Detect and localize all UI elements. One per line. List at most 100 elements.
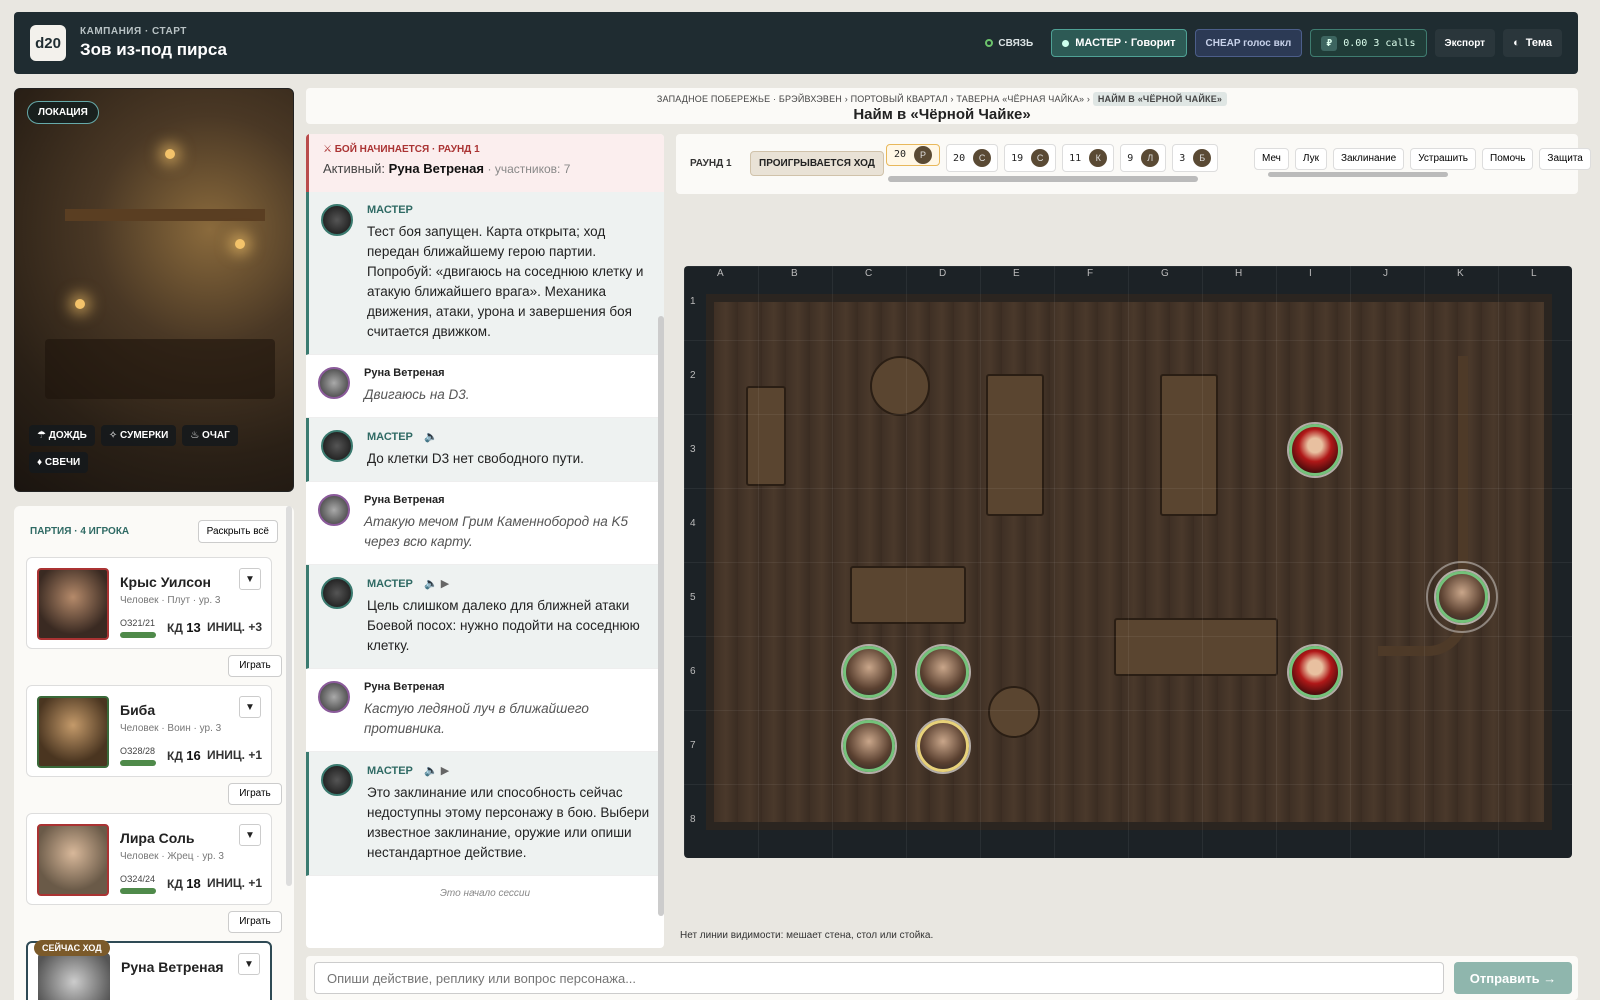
row-label: 3 [690,444,696,455]
chevron-down-icon[interactable]: ▼ [238,953,260,975]
armor-class: КД 16 [167,748,201,763]
col-label: D [939,268,947,279]
play-button[interactable]: Играть [228,655,282,677]
player-avatar [318,494,350,526]
action-spell-button[interactable]: Заклинание [1332,148,1405,170]
send-button[interactable]: Отправить → [1454,962,1572,994]
export-button[interactable]: Экспорт [1434,29,1496,57]
play-button[interactable]: Играть [228,783,282,805]
speaker-icon[interactable]: 🔈 [424,431,438,443]
initiative-chip[interactable]: 20 Р [886,144,941,166]
avatar [37,824,109,896]
initiative-track: 20 Р 20 С 19 С 11 К 9Л 3Б [886,144,1219,172]
cheap-voice-toggle[interactable]: CHEAP голос вкл [1194,29,1303,57]
chat-message: Руна Ветреная Двигаюсь на D3. [306,355,664,418]
party-card[interactable]: Крыс Уилсон Человек · Плут · ур. 3 ОЗ21/… [26,557,272,649]
master-avatar [321,764,353,796]
master-avatar [321,577,353,609]
speaker-icon[interactable]: 🔈 [424,765,438,777]
initiative-chip[interactable]: 3Б [1172,144,1219,172]
active-info: Активный: Руна Ветреная · участников: 7 [323,161,650,176]
crumb-region[interactable]: ЗАПАДНОЕ ПОБЕРЕЖЬЕ · БРЭЙВХЭВЕН [657,94,842,104]
initiative: ИНИЦ. +1 [207,748,262,762]
play-icon[interactable]: ▶ [441,765,449,777]
chat-message: Руна Ветреная Кастую ледяной луч в ближай… [306,669,664,752]
chat-message: МАСТЕР Тест боя запущен. Карта открыта; х… [306,192,664,355]
row-label: 8 [690,814,696,825]
breadcrumb: ЗАПАДНОЕ ПОБЕРЕЖЬЕ · БРЭЙВХЭВЕН › ПОРТОВ… [306,88,1578,124]
hero-token[interactable] [843,646,895,698]
avatar [37,568,109,640]
hero-token[interactable] [917,646,969,698]
expand-all-button[interactable]: Раскрыть всё [197,520,278,543]
master-voice-button[interactable]: МАСТЕР · Говорит [1051,29,1187,57]
page-title: Найм в «Чёрной Чайке» [853,106,1031,123]
character-race-class: Человек · Жрец · ур. 3 [120,851,224,862]
message-text: Это заклинание или способность сейчас не… [367,785,650,860]
ac-value: 16 [186,748,201,763]
author-name: МАСТЕР [367,765,413,777]
crumb-district[interactable]: ПОРТОВЫЙ КВАРТАЛ [851,94,948,104]
init-value: 20 [953,152,966,164]
party-card[interactable]: Биба Человек · Воин · ур. 3 ОЗ28/28 КД 1… [26,685,272,777]
action-sword-button[interactable]: Меч [1254,148,1289,170]
chevron-down-icon[interactable]: ▼ [239,568,261,590]
enemy-token[interactable] [1289,424,1341,476]
chat-scrollbar[interactable] [658,316,664,916]
action-help-button[interactable]: Помочь [1482,148,1534,170]
ac-label: КД [167,621,183,635]
message-author: МАСТЕР 🔈 [367,430,650,443]
play-icon[interactable]: ▶ [441,578,449,590]
party-card[interactable]: Лира Соль Человек · Жрец · ур. 3 ОЗ24/24… [26,813,272,905]
session-start-note: Это начало сессии [439,888,531,899]
speaker-icon[interactable]: 🔈 [424,578,438,590]
col-label: H [1235,268,1243,279]
turn-status[interactable]: ПРОИГРЫВАЕТСЯ ХОД [750,151,884,176]
initiative-chip[interactable]: 20 С [946,144,999,172]
party-scrollbar[interactable] [286,506,292,886]
initiative-chip[interactable]: 19 С [1004,144,1057,172]
message-author: Руна Ветреная [364,494,445,506]
enemy-token[interactable] [1289,646,1341,698]
init-token-icon: Р [914,146,933,164]
input-bar: Отправить → [306,956,1578,1000]
armor-class: КД 18 [167,876,201,891]
character-race-class: Человек · Плут · ур. 3 [120,595,221,606]
location-badge: ЛОКАЦИЯ [27,101,99,124]
chevron-down-icon[interactable]: ▼ [239,696,261,718]
action-intimidate-button[interactable]: Устрашить [1410,148,1477,170]
active-label: Активный: [323,161,386,176]
initiative: ИНИЦ. +1 [207,876,262,890]
active-hero-token[interactable] [917,720,969,772]
theme-label: Тема [1525,37,1552,49]
action-bow-button[interactable]: Лук [1294,148,1327,170]
initiative-scrollbar[interactable] [888,176,1198,182]
hp-bar [120,888,156,894]
cost-counter: ₽0.00 3 calls [1310,29,1427,57]
actions-scrollbar[interactable] [1268,172,1448,177]
map-grid [684,266,1572,858]
connection-status: СВЯЗЬ [975,29,1043,57]
theme-button[interactable]: ◐ Тема [1503,29,1562,57]
player-avatar [318,681,350,713]
play-button[interactable]: Играть [228,911,282,933]
row-label: 4 [690,518,696,529]
action-defend-button[interactable]: Защита [1539,148,1591,170]
character-hp: ОЗ21/21 [120,618,155,628]
tag-candles: ♦ СВЕЧИ [29,452,89,473]
hp-bar [120,760,156,766]
initiative-chip[interactable]: 9Л [1120,144,1167,172]
message-text: До клетки D3 нет свободного пути. [367,451,584,466]
chevron-down-icon[interactable]: ▼ [239,824,261,846]
battle-map[interactable]: A B C D E F G H I J K L 1 2 3 4 5 6 7 8 [684,266,1572,858]
hero-token[interactable] [843,720,895,772]
col-label: J [1383,268,1388,279]
chat-message: МАСТЕР 🔈 До клетки D3 нет свободного пути… [306,418,664,482]
author-name: МАСТЕР [367,431,413,443]
lamp-icon [75,299,85,309]
action-input[interactable] [314,962,1444,994]
initiative-label: ИНИЦ. [207,748,246,762]
initiative-chip[interactable]: 11 К [1062,144,1115,172]
crumb-tavern[interactable]: ТАВЕРНА «ЧЁРНАЯ ЧАЙКА» [956,94,1084,104]
enemy-token-selected[interactable] [1426,561,1498,633]
